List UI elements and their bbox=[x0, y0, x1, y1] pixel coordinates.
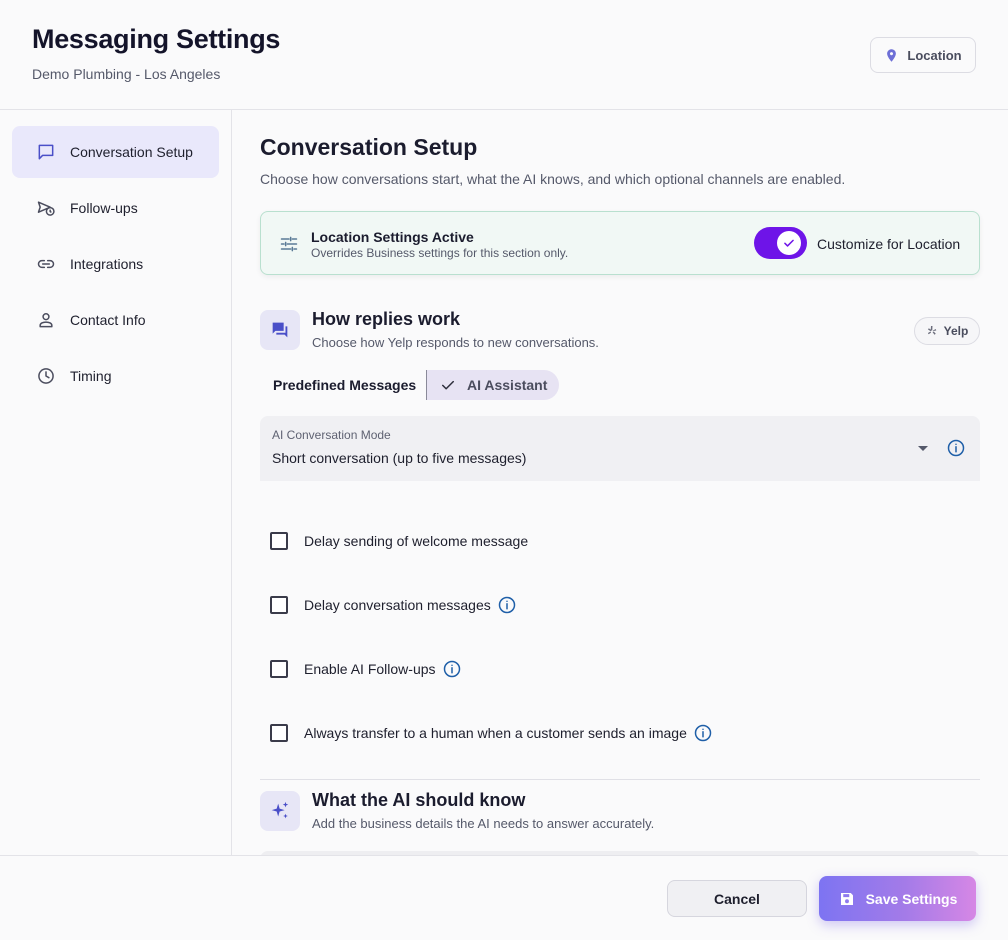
dropdown-arrow-icon[interactable] bbox=[918, 446, 928, 451]
select-value: Short conversation (up to five messages) bbox=[272, 450, 527, 466]
section-description: Choose how conversations start, what the… bbox=[260, 171, 846, 187]
yelp-burst-icon bbox=[927, 326, 936, 335]
yelp-chip-label: Yelp bbox=[943, 324, 969, 338]
cancel-button-label: Cancel bbox=[714, 890, 760, 907]
location-card-title: Location Settings Active bbox=[311, 229, 474, 245]
messaging-settings-app: Messaging Settings Demo Plumbing - Los A… bbox=[0, 0, 1008, 940]
page-header: Messaging Settings Demo Plumbing - Los A… bbox=[0, 0, 1008, 110]
location-button-label: Location bbox=[907, 47, 962, 63]
customize-location-label: Customize for Location bbox=[817, 236, 961, 252]
section-title: Conversation Setup bbox=[260, 134, 478, 160]
yelp-chip: Yelp bbox=[914, 317, 980, 345]
sidebar-item-label: Timing bbox=[70, 368, 112, 384]
toggle-knob bbox=[777, 231, 801, 255]
segment-predefined-messages[interactable]: Predefined Messages bbox=[260, 370, 427, 400]
clock-icon bbox=[38, 368, 54, 384]
segment-label: Predefined Messages bbox=[273, 377, 417, 393]
checkbox-row-ai-follow-ups: Enable AI Follow-ups bbox=[270, 657, 462, 681]
sidebar-item-label: Integrations bbox=[70, 256, 144, 272]
sidebar: Conversation Setup Follow-ups Integratio… bbox=[0, 110, 232, 855]
knowledge-subtitle: Add the business details the AI needs to… bbox=[312, 816, 655, 831]
sidebar-item-timing[interactable]: Timing bbox=[12, 350, 219, 402]
page-title: Messaging Settings bbox=[32, 24, 281, 54]
page-subtitle: Demo Plumbing - Los Angeles bbox=[32, 66, 221, 82]
sidebar-item-integrations[interactable]: Integrations bbox=[12, 238, 219, 290]
sidebar-item-label: Contact Info bbox=[70, 312, 146, 328]
info-icon[interactable] bbox=[946, 438, 966, 458]
sidebar-item-follow-ups[interactable]: Follow-ups bbox=[12, 182, 219, 234]
check-icon bbox=[442, 380, 454, 390]
location-button[interactable]: Location bbox=[870, 37, 976, 73]
sparkle-icon bbox=[271, 801, 289, 819]
ai-conversation-mode-select[interactable]: AI Conversation Mode Short conversation … bbox=[260, 416, 980, 481]
sidebar-item-contact-info[interactable]: Contact Info bbox=[12, 294, 219, 346]
checkbox-row-delay-welcome: Delay sending of welcome message bbox=[270, 529, 528, 553]
sidebar-item-conversation-setup[interactable]: Conversation Setup bbox=[12, 126, 219, 178]
checkbox-label: Always transfer to a human when a custom… bbox=[304, 725, 687, 741]
knowledge-block-icon bbox=[260, 791, 300, 831]
person-icon bbox=[39, 313, 53, 328]
ai-follow-ups-checkbox[interactable] bbox=[270, 660, 288, 678]
checkbox-label: Delay sending of welcome message bbox=[304, 533, 529, 549]
main-content: Conversation Setup Choose how conversati… bbox=[232, 110, 1008, 855]
location-card-subtitle: Overrides Business settings for this sec… bbox=[311, 246, 569, 260]
forum-icon bbox=[272, 322, 288, 338]
sidebar-item-label: Follow-ups bbox=[70, 200, 138, 216]
delay-conversation-checkbox[interactable] bbox=[270, 596, 288, 614]
location-settings-card: Location Settings Active Overrides Busin… bbox=[260, 211, 980, 275]
save-icon bbox=[840, 892, 853, 905]
cancel-button[interactable]: Cancel bbox=[667, 880, 807, 917]
segment-ai-assistant[interactable]: AI Assistant bbox=[427, 370, 559, 400]
transfer-image-checkbox[interactable] bbox=[270, 724, 288, 742]
check-icon bbox=[784, 239, 794, 247]
checkbox-label: Delay conversation messages bbox=[304, 597, 491, 613]
sidebar-item-label: Conversation Setup bbox=[70, 144, 193, 160]
info-icon[interactable] bbox=[693, 723, 713, 743]
send-clock-icon bbox=[37, 201, 55, 216]
location-pin-icon bbox=[887, 48, 897, 62]
info-icon[interactable] bbox=[442, 659, 462, 679]
footer-bar: Cancel Save Settings bbox=[0, 855, 1008, 940]
chat-bubble-icon bbox=[38, 144, 54, 160]
link-icon bbox=[37, 259, 55, 269]
save-settings-button[interactable]: Save Settings bbox=[819, 876, 976, 921]
customize-location-toggle[interactable] bbox=[754, 227, 807, 259]
save-button-label: Save Settings bbox=[865, 890, 958, 907]
checkbox-row-transfer-image: Always transfer to a human when a custom… bbox=[270, 721, 713, 745]
knowledge-title: What the AI should know bbox=[312, 790, 526, 810]
tune-icon bbox=[280, 236, 298, 252]
reply-mode-segmented-control: Predefined Messages AI Assistant bbox=[260, 370, 559, 400]
replies-subtitle: Choose how Yelp responds to new conversa… bbox=[312, 335, 599, 350]
replies-title: How replies work bbox=[312, 309, 461, 329]
segment-label: AI Assistant bbox=[467, 377, 548, 393]
select-label: AI Conversation Mode bbox=[272, 428, 391, 442]
checkbox-label: Enable AI Follow-ups bbox=[304, 661, 436, 677]
section-divider bbox=[260, 779, 980, 780]
replies-block-icon bbox=[260, 310, 300, 350]
delay-welcome-checkbox[interactable] bbox=[270, 532, 288, 550]
info-icon[interactable] bbox=[497, 595, 517, 615]
checkbox-row-delay-conversation: Delay conversation messages bbox=[270, 593, 517, 617]
